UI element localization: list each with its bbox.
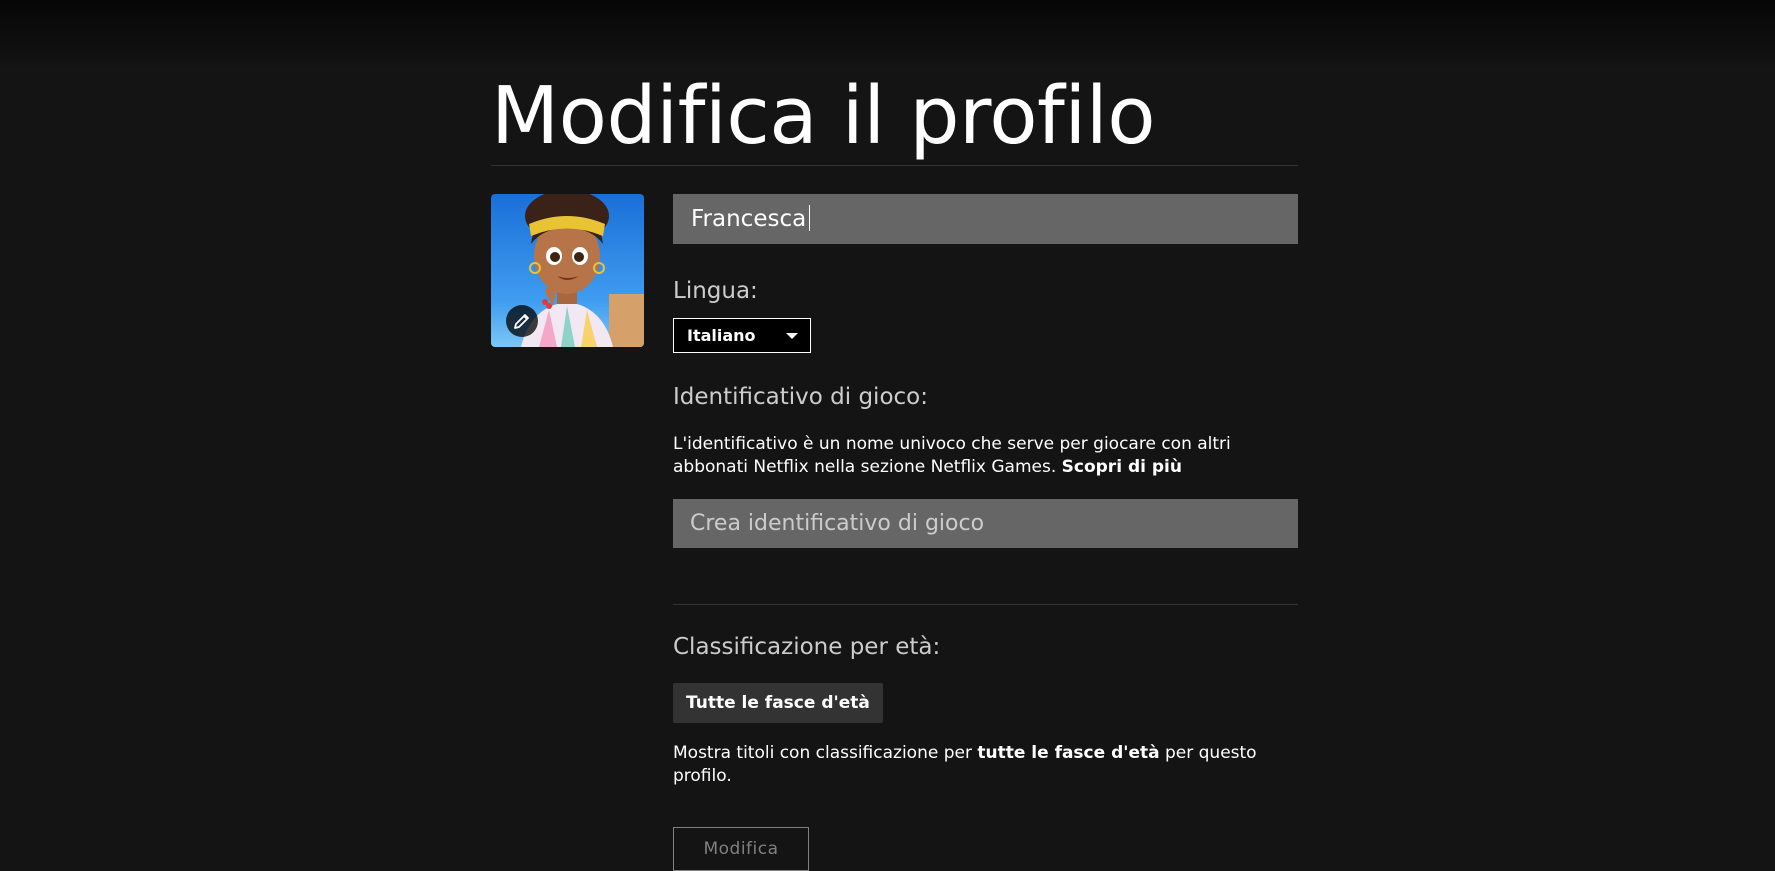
language-select[interactable]: Italiano (673, 318, 811, 353)
page-title: Modifica il profilo (491, 70, 1156, 162)
edit-maturity-button[interactable]: Modifica (673, 827, 809, 871)
language-selected-value: Italiano (687, 326, 756, 345)
maturity-desc-bold: tutte le fasce d'età (977, 743, 1160, 763)
maturity-rating-label: Classificazione per età: (673, 634, 941, 660)
language-label: Lingua: (673, 278, 758, 304)
gamer-handle-label: Identificativo di gioco: (673, 384, 928, 410)
maturity-rating-description: Mostra titoli con classificazione per tu… (673, 742, 1298, 788)
profile-avatar[interactable] (491, 194, 644, 347)
gamer-handle-description: L'identificativo è un nome univoco che s… (673, 433, 1298, 479)
profile-name-input[interactable] (673, 194, 1298, 244)
section-divider (673, 604, 1298, 605)
gamer-handle-input[interactable] (673, 499, 1298, 548)
maturity-rating-badge: Tutte le fasce d'età (673, 683, 883, 723)
pencil-icon (514, 314, 529, 329)
avatar-edit-button[interactable] (506, 305, 538, 337)
title-divider (491, 165, 1298, 166)
maturity-desc-before: Mostra titoli con classificazione per (673, 743, 972, 763)
text-cursor (809, 205, 810, 231)
learn-more-link[interactable]: Scopri di più (1062, 457, 1182, 477)
caret-down-icon (786, 333, 798, 339)
top-gradient (0, 0, 1775, 70)
